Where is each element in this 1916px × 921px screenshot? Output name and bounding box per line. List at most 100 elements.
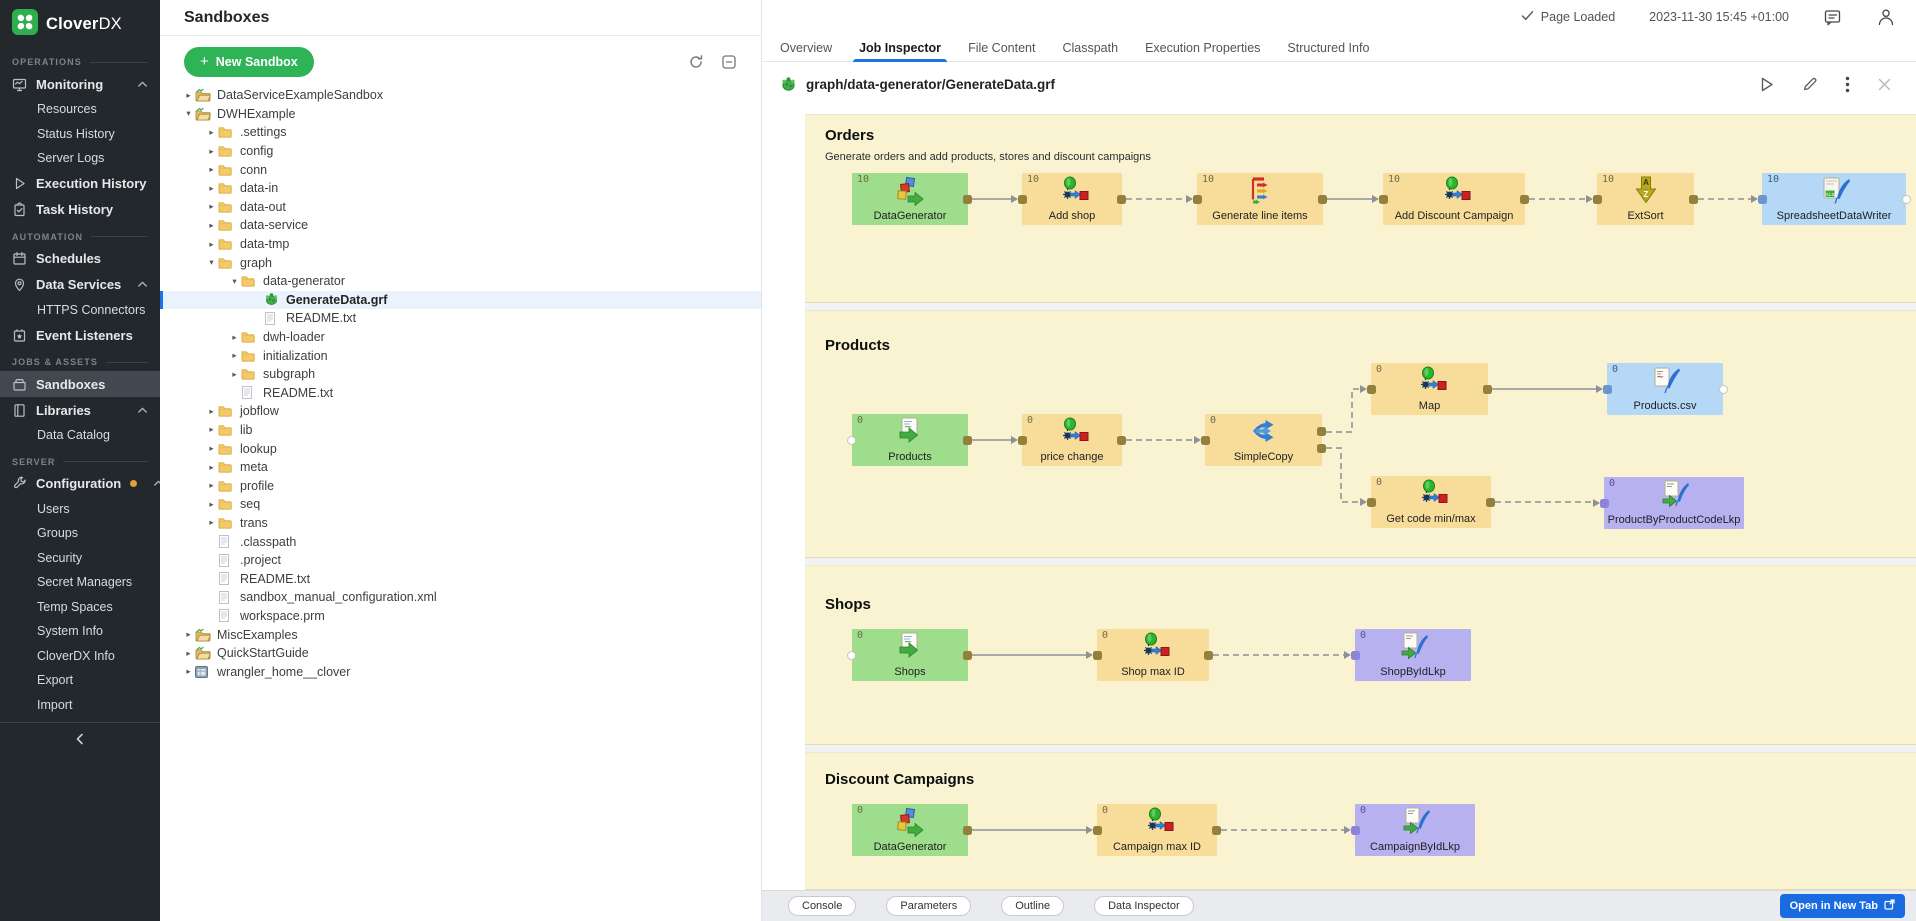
- tree-expand-arrow[interactable]: ▾: [205, 257, 218, 268]
- tree-item-readme-txt[interactable]: README.txt: [160, 384, 761, 403]
- input-port[interactable]: [1367, 385, 1376, 394]
- output-port[interactable]: [963, 651, 972, 660]
- graph-node-campaign-max-id[interactable]: 0Campaign max ID: [1097, 804, 1217, 856]
- tab-file-content[interactable]: File Content: [968, 34, 1035, 61]
- outline-button[interactable]: Outline: [1001, 896, 1064, 916]
- input-port[interactable]: [1758, 195, 1767, 204]
- edit-pencil-icon[interactable]: [1802, 76, 1818, 92]
- tree-expand-arrow[interactable]: ▸: [205, 424, 218, 435]
- sidebar-item-data-catalog[interactable]: Data Catalog: [0, 423, 160, 448]
- input-port[interactable]: [1351, 651, 1360, 660]
- tree-item-dwhexample[interactable]: ▾DWHExample: [160, 105, 761, 124]
- tree-expand-arrow[interactable]: ▸: [205, 499, 218, 510]
- tree-item-sandbox-manual-configuration-xml[interactable]: sandbox_manual_configuration.xml: [160, 588, 761, 607]
- data-inspector-button[interactable]: Data Inspector: [1094, 896, 1194, 916]
- tab-classpath[interactable]: Classpath: [1062, 34, 1118, 61]
- sidebar-item-secret-managers[interactable]: Secret Managers: [0, 570, 160, 595]
- tree-item-graph[interactable]: ▾graph: [160, 253, 761, 272]
- sidebar-item-groups[interactable]: Groups: [0, 521, 160, 546]
- graph-node-campaignbyidlkp[interactable]: 0CampaignByIdLkp: [1355, 804, 1475, 856]
- input-port[interactable]: [1593, 195, 1602, 204]
- graph-node-datagenerator[interactable]: 10DataGenerator: [852, 173, 968, 225]
- input-port[interactable]: [1093, 651, 1102, 660]
- graph-node-add-discount-campaign[interactable]: 10Add Discount Campaign: [1383, 173, 1525, 225]
- tree-item-initialization[interactable]: ▸initialization: [160, 346, 761, 365]
- graph-node-products[interactable]: 0Products: [852, 414, 968, 466]
- kebab-menu-icon[interactable]: [1845, 76, 1850, 93]
- sidebar-item-execution-history[interactable]: Execution History: [0, 171, 160, 197]
- tree-expand-arrow[interactable]: ▸: [205, 480, 218, 491]
- tree-item-profile[interactable]: ▸profile: [160, 476, 761, 495]
- tree-item-data-generator[interactable]: ▾data-generator: [160, 272, 761, 291]
- job-inspector-canvas[interactable]: OrdersGenerate orders and add products, …: [805, 114, 1916, 890]
- input-port[interactable]: [1600, 499, 1609, 508]
- tree-expand-arrow[interactable]: ▸: [205, 201, 218, 212]
- sidebar-item-server-logs[interactable]: Server Logs: [0, 146, 160, 171]
- tab-overview[interactable]: Overview: [780, 34, 832, 61]
- sidebar-item-resources[interactable]: Resources: [0, 97, 160, 122]
- tree-expand-arrow[interactable]: ▸: [205, 127, 218, 138]
- tree-item-trans[interactable]: ▸trans: [160, 514, 761, 533]
- input-port[interactable]: [1018, 195, 1027, 204]
- sidebar-item-system-info[interactable]: System Info: [0, 619, 160, 644]
- output-port[interactable]: [963, 436, 972, 445]
- run-graph-icon[interactable]: [1759, 76, 1775, 93]
- output-port[interactable]: [1117, 436, 1126, 445]
- graph-node-shops[interactable]: 0Shops: [852, 629, 968, 681]
- tree-item-wrangler-home-clover[interactable]: ▸wrangler_home__clover: [160, 662, 761, 681]
- tree-expand-arrow[interactable]: ▸: [205, 239, 218, 250]
- parameters-button[interactable]: Parameters: [886, 896, 971, 916]
- sidebar-item-data-services[interactable]: Data Services: [0, 272, 160, 298]
- sidebar-item-monitoring[interactable]: Monitoring: [0, 71, 160, 97]
- tree-item-readme-txt[interactable]: README.txt: [160, 309, 761, 328]
- tree-item-workspace-prm[interactable]: workspace.prm: [160, 607, 761, 626]
- tree-item-dwh-loader[interactable]: ▸dwh-loader: [160, 328, 761, 347]
- sidebar-item-export[interactable]: Export: [0, 668, 160, 693]
- refresh-icon[interactable]: [688, 54, 704, 70]
- output-port[interactable]: [1117, 195, 1126, 204]
- graph-node-datagenerator[interactable]: 0DataGenerator: [852, 804, 968, 856]
- input-port[interactable]: [1193, 195, 1202, 204]
- graph-node-extsort[interactable]: 10A...ZExtSort: [1597, 173, 1694, 225]
- tree-item-generatedata-grf[interactable]: GenerateData.grf: [160, 291, 761, 310]
- tree-item-jobflow[interactable]: ▸jobflow: [160, 402, 761, 421]
- tree-item-miscexamples[interactable]: ▸MiscExamples: [160, 625, 761, 644]
- tree-expand-arrow[interactable]: ▸: [182, 648, 195, 659]
- tree-expand-arrow[interactable]: ▸: [228, 369, 241, 380]
- output-port[interactable]: [963, 195, 972, 204]
- tree-expand-arrow[interactable]: ▸: [205, 443, 218, 454]
- input-port[interactable]: [1367, 498, 1376, 507]
- sidebar-item-sandboxes[interactable]: Sandboxes: [0, 371, 160, 397]
- output-port[interactable]: [1689, 195, 1698, 204]
- input-port[interactable]: [1379, 195, 1388, 204]
- sidebar-item-status-history[interactable]: Status History: [0, 122, 160, 147]
- graph-node-shopbyidlkp[interactable]: 0ShopByIdLkp: [1355, 629, 1471, 681]
- tab-structured-info[interactable]: Structured Info: [1287, 34, 1369, 61]
- graph-node-generate-line-items[interactable]: 10Generate line items: [1197, 173, 1323, 225]
- tab-execution-properties[interactable]: Execution Properties: [1145, 34, 1260, 61]
- collapse-all-icon[interactable]: [721, 54, 737, 70]
- tree-expand-arrow[interactable]: ▸: [205, 406, 218, 417]
- graph-node-get-code-min-max[interactable]: 0Get code min/max: [1371, 476, 1491, 528]
- console-button[interactable]: Console: [788, 896, 856, 916]
- sidebar-item-task-history[interactable]: Task History: [0, 197, 160, 223]
- tree-expand-arrow[interactable]: ▸: [205, 164, 218, 175]
- tree-item-dataserviceexamplesandbox[interactable]: ▸DataServiceExampleSandbox: [160, 86, 761, 105]
- sidebar-item-users[interactable]: Users: [0, 497, 160, 522]
- tab-job-inspector[interactable]: Job Inspector: [859, 34, 941, 61]
- output-port[interactable]: [1318, 195, 1327, 204]
- close-icon[interactable]: [1877, 77, 1892, 92]
- tree-item-data-tmp[interactable]: ▸data-tmp: [160, 235, 761, 254]
- tree-expand-arrow[interactable]: ▸: [205, 146, 218, 157]
- sidebar-item-security[interactable]: Security: [0, 546, 160, 571]
- tree-expand-arrow[interactable]: ▸: [228, 350, 241, 361]
- output-port[interactable]: [963, 826, 972, 835]
- tree-item-lookup[interactable]: ▸lookup: [160, 439, 761, 458]
- graph-node-productbyproductcodelkp[interactable]: 0ProductByProductCodeLkp: [1604, 477, 1744, 529]
- tree-item-project[interactable]: .project: [160, 551, 761, 570]
- tree-expand-arrow[interactable]: ▾: [228, 276, 241, 287]
- graph-node-shop-max-id[interactable]: 0Shop max ID: [1097, 629, 1209, 681]
- feedback-icon[interactable]: [1823, 8, 1842, 27]
- sidebar-item-configuration[interactable]: Configuration: [0, 471, 160, 497]
- sidebar-item-temp-spaces[interactable]: Temp Spaces: [0, 595, 160, 620]
